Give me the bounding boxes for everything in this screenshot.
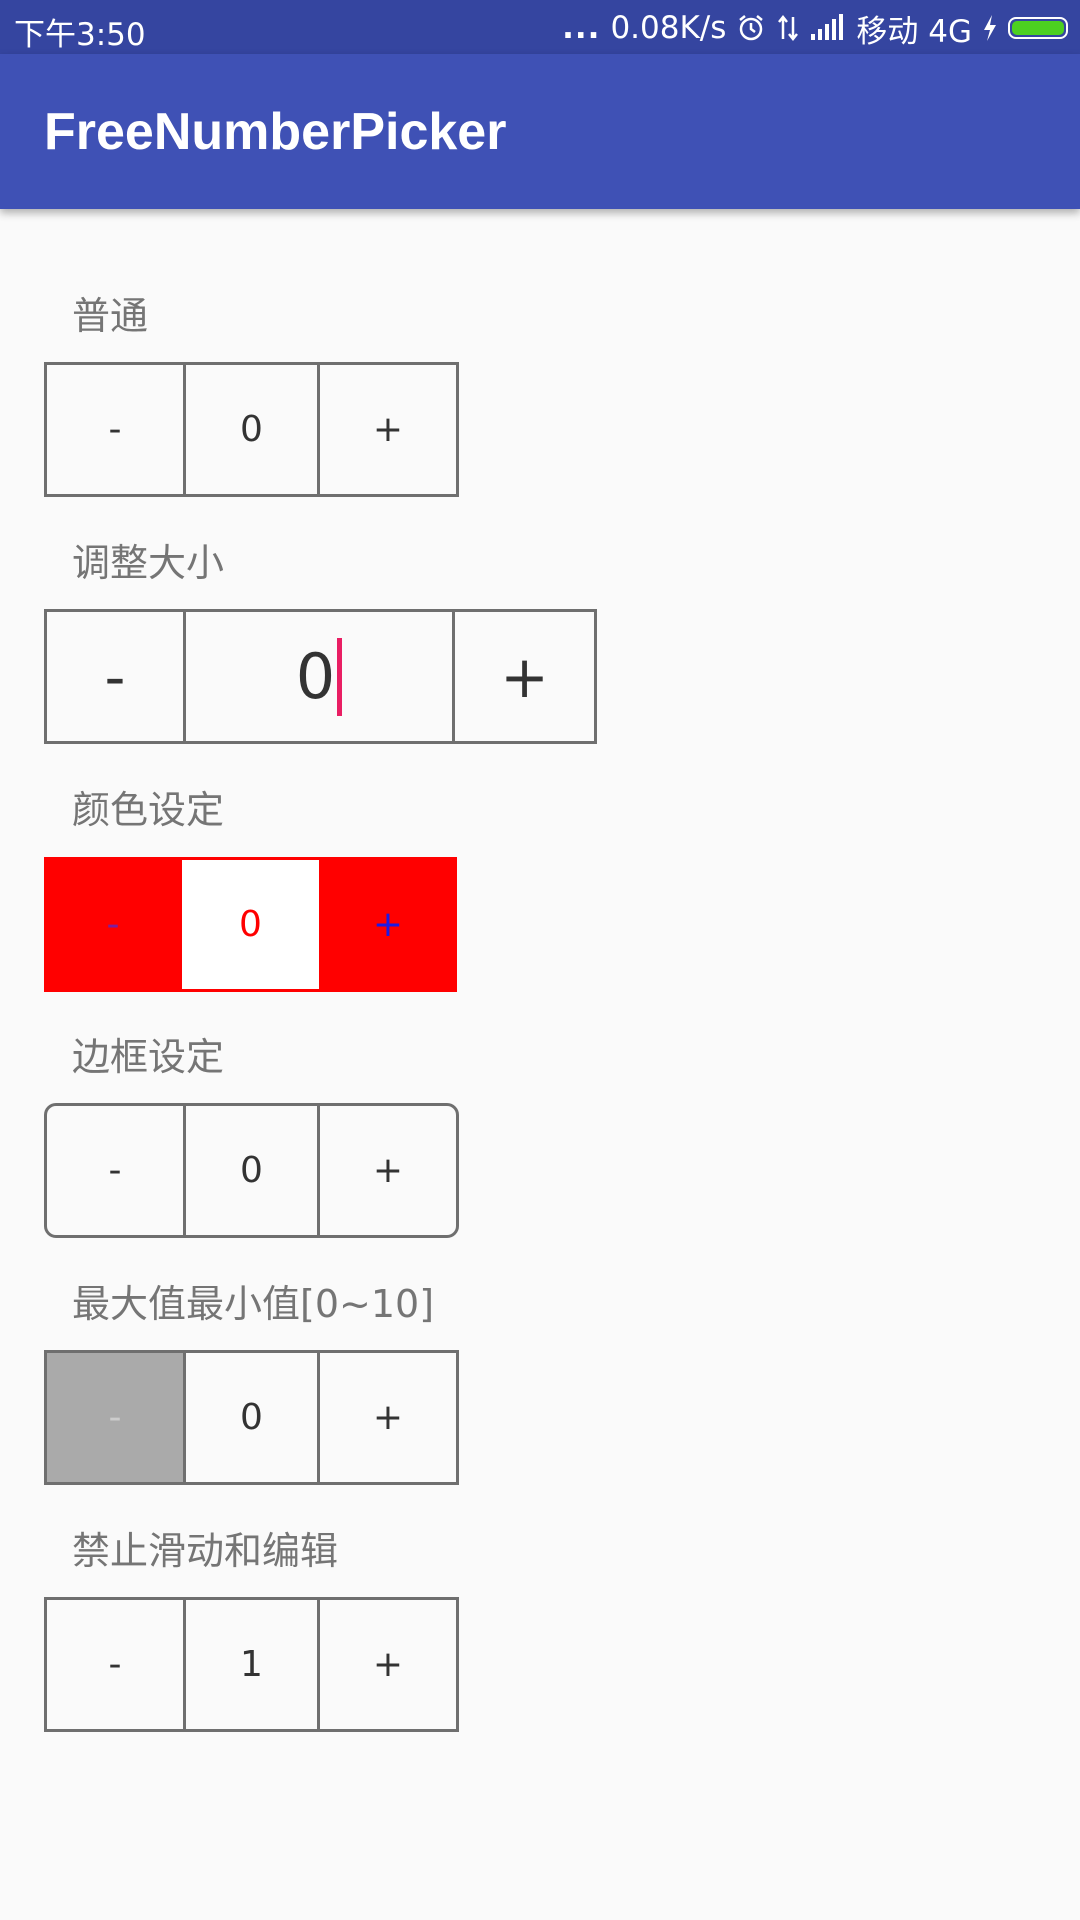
- increment-button[interactable]: +: [455, 612, 594, 741]
- increment-button[interactable]: +: [320, 365, 456, 494]
- network-speed: 0.08K/s: [610, 10, 727, 46]
- number-picker-rounded: - 0 +: [44, 1103, 459, 1238]
- section-label-min-max: 最大值最小值[0~10]: [72, 1282, 435, 1326]
- status-bar: 下午3:50 ... 0.08K/s 移动 4G: [0, 0, 1080, 54]
- number-picker-min-max: - 0 +: [44, 1350, 459, 1485]
- status-right-group: ... 0.08K/s 移动 4G: [562, 8, 1068, 50]
- section-label-resize: 调整大小: [72, 541, 225, 585]
- section-label-color: 颜色设定: [72, 788, 225, 832]
- app-bar: FreeNumberPicker: [0, 54, 1080, 209]
- number-picker-colored: - 0 +: [44, 857, 457, 992]
- decrement-button-disabled[interactable]: -: [47, 1353, 183, 1482]
- alarm-icon: [736, 13, 766, 43]
- number-value-field[interactable]: 0: [183, 365, 320, 494]
- increment-button[interactable]: +: [319, 857, 457, 992]
- section-label-border: 边框设定: [72, 1035, 225, 1079]
- decrement-button[interactable]: -: [44, 857, 182, 992]
- decrement-button[interactable]: -: [47, 612, 183, 741]
- signal-icon: [810, 14, 846, 42]
- status-time: 下午3:50: [14, 17, 146, 53]
- number-value-field[interactable]: 0: [183, 612, 455, 741]
- notification-dots: ...: [562, 10, 601, 46]
- decrement-button[interactable]: -: [47, 365, 183, 494]
- text-cursor: [337, 637, 343, 716]
- data-transfer-icon: [776, 13, 800, 43]
- number-value-field[interactable]: 0: [183, 1106, 320, 1235]
- number-value-readonly: 1: [183, 1600, 320, 1729]
- increment-button[interactable]: +: [320, 1106, 456, 1235]
- increment-button[interactable]: +: [320, 1600, 456, 1729]
- battery-icon: [1008, 17, 1068, 39]
- number-value-field[interactable]: 0: [183, 1353, 320, 1482]
- increment-button[interactable]: +: [320, 1353, 456, 1482]
- number-picker-normal: - 0 +: [44, 362, 459, 497]
- decrement-button[interactable]: -: [47, 1600, 183, 1729]
- app-title: FreeNumberPicker: [44, 103, 507, 161]
- number-picker-resized: - 0 +: [44, 609, 597, 744]
- number-picker-locked: - 1 +: [44, 1597, 459, 1732]
- section-label-locked: 禁止滑动和编辑: [72, 1529, 339, 1573]
- carrier-label: 移动 4G: [856, 13, 972, 50]
- decrement-button[interactable]: -: [47, 1106, 183, 1235]
- section-label-normal: 普通: [72, 294, 149, 338]
- number-value-text: 0: [295, 640, 336, 713]
- charging-icon: [982, 14, 998, 42]
- number-value-field[interactable]: 0: [182, 860, 319, 989]
